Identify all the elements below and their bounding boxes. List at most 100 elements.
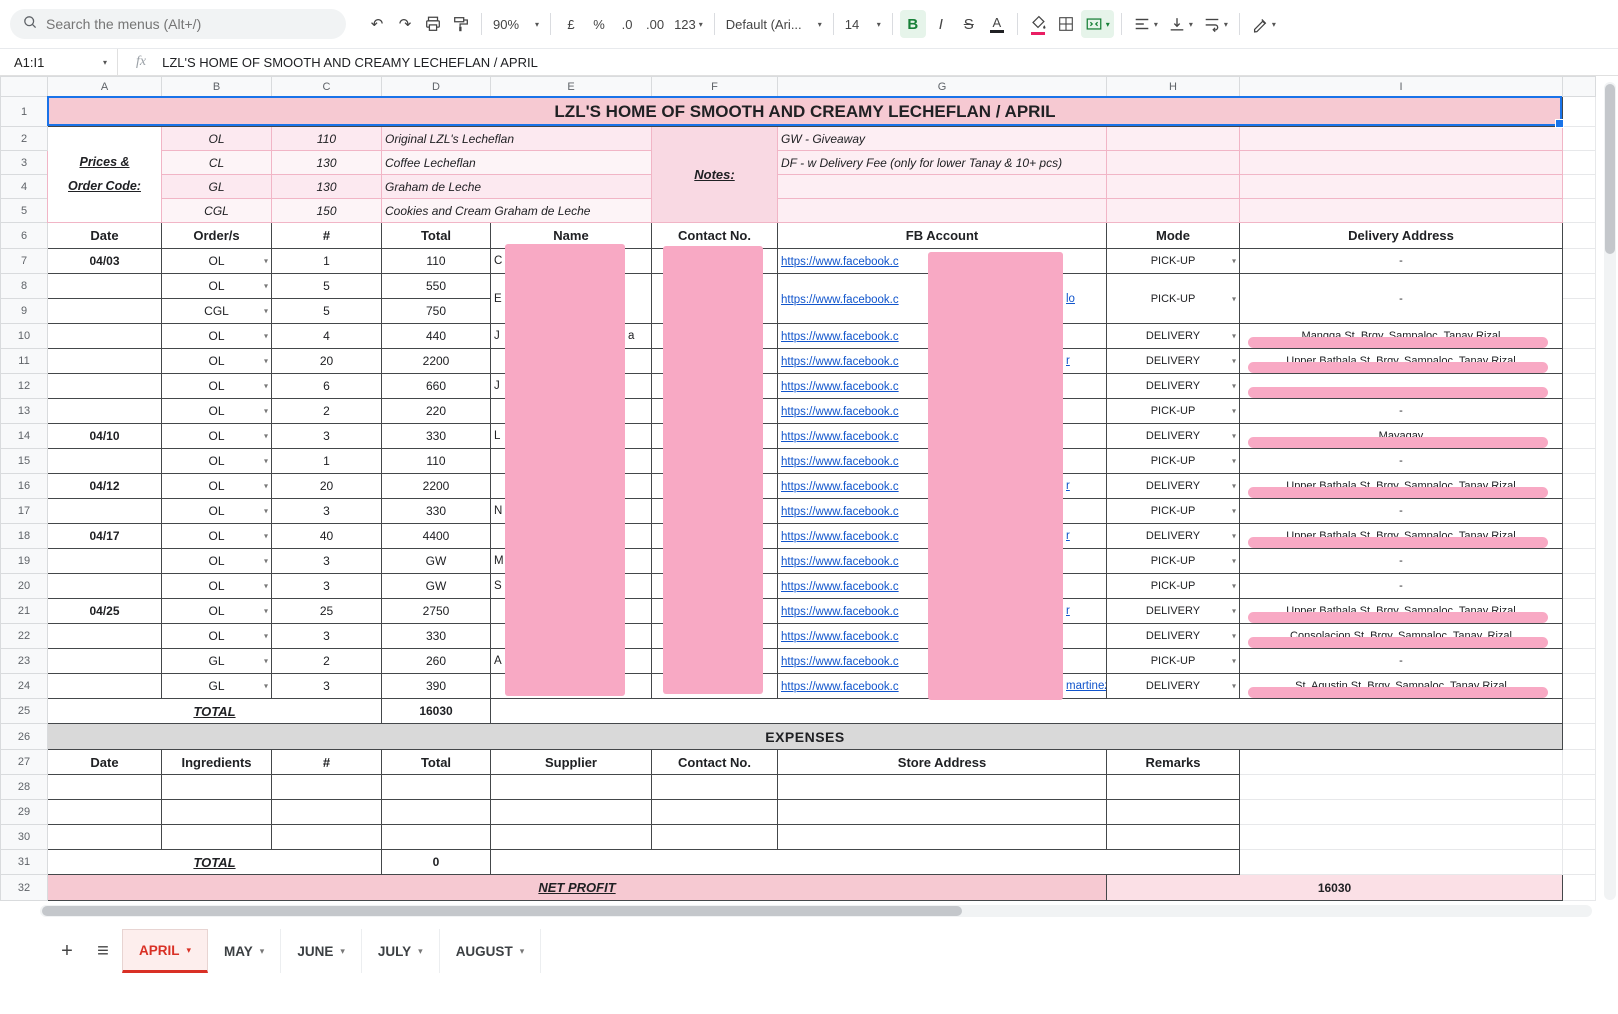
date-cell[interactable] bbox=[47, 648, 162, 674]
order-header-8[interactable]: Delivery Address bbox=[1239, 222, 1563, 249]
delivery-address-cell[interactable]: Consolacion St. Brgy. Sampaloc, Tanay, R… bbox=[1239, 623, 1563, 649]
fill-handle[interactable] bbox=[1555, 119, 1564, 128]
empty-cell[interactable] bbox=[1562, 348, 1596, 374]
price-name-cell[interactable]: Graham de Leche bbox=[381, 174, 652, 199]
empty-cell[interactable] bbox=[161, 824, 272, 850]
fb-account-link-suffix[interactable]: martinez. bbox=[1066, 680, 1106, 692]
empty-cell[interactable] bbox=[1562, 198, 1596, 223]
search-menus-box[interactable] bbox=[10, 9, 346, 39]
all-sheets-button[interactable]: ≡ bbox=[86, 934, 120, 968]
dropdown-arrow-icon[interactable]: ▾ bbox=[1232, 682, 1236, 691]
empty-cell[interactable] bbox=[1562, 723, 1596, 750]
empty-cell[interactable] bbox=[1562, 248, 1596, 274]
row-header-3[interactable]: 3 bbox=[0, 150, 48, 175]
chevron-down-icon[interactable]: ▾ bbox=[520, 946, 525, 957]
order-total-cell[interactable]: 390 bbox=[381, 673, 491, 699]
empty-cell[interactable] bbox=[161, 774, 272, 800]
order-total-cell[interactable]: 2750 bbox=[381, 598, 491, 624]
text-color-button[interactable]: A bbox=[984, 10, 1010, 38]
expense-header-4[interactable]: Supplier bbox=[490, 749, 652, 775]
delivery-address-cell[interactable] bbox=[1239, 373, 1563, 399]
empty-cell[interactable] bbox=[1106, 824, 1240, 850]
dropdown-arrow-icon[interactable]: ▾ bbox=[264, 607, 268, 616]
fb-account-link[interactable]: https://www.facebook.c bbox=[781, 556, 899, 568]
net-profit-value[interactable]: 16030 bbox=[1106, 874, 1563, 901]
date-cell[interactable]: 04/12 bbox=[47, 473, 162, 499]
orders-total-label[interactable]: TOTAL bbox=[47, 698, 382, 724]
date-cell[interactable] bbox=[47, 498, 162, 524]
delivery-address-cell[interactable]: Upper Bathala St. Brgy. Sampaloc, Tanay … bbox=[1239, 598, 1563, 624]
qty-cell[interactable]: 2 bbox=[271, 398, 382, 424]
order-total-cell[interactable]: 330 bbox=[381, 623, 491, 649]
row-header-2[interactable]: 2 bbox=[0, 126, 48, 151]
format-currency-button[interactable]: £ bbox=[558, 10, 584, 38]
delivery-address-cell[interactable]: - bbox=[1239, 548, 1563, 574]
column-header-I[interactable]: I bbox=[1239, 76, 1563, 97]
empty-cell[interactable] bbox=[1562, 849, 1596, 875]
qty-cell[interactable]: 40 bbox=[271, 523, 382, 549]
column-header-H[interactable]: H bbox=[1106, 76, 1240, 97]
fb-account-link[interactable]: https://www.facebook.c bbox=[781, 356, 899, 368]
delivery-address-cell[interactable]: Upper Bathala St. Brgy. Sampaloc, Tanay … bbox=[1239, 473, 1563, 499]
dropdown-arrow-icon[interactable]: ▾ bbox=[1232, 507, 1236, 516]
empty-cell[interactable] bbox=[1562, 673, 1596, 699]
delivery-address-cell[interactable]: - bbox=[1239, 398, 1563, 424]
date-cell[interactable] bbox=[47, 573, 162, 599]
order-header-7[interactable]: Mode bbox=[1106, 222, 1240, 249]
qty-cell[interactable]: 5 bbox=[271, 298, 382, 324]
dropdown-arrow-icon[interactable]: ▾ bbox=[1232, 332, 1236, 341]
merge-cells-button[interactable]: ▾ bbox=[1080, 10, 1114, 38]
fb-account-link[interactable]: https://www.facebook.c bbox=[781, 531, 899, 543]
row-header-27[interactable]: 27 bbox=[0, 749, 48, 775]
order-total-cell[interactable]: 330 bbox=[381, 423, 491, 449]
row-header-28[interactable]: 28 bbox=[0, 774, 48, 800]
empty-cell[interactable] bbox=[1562, 698, 1596, 724]
empty-cell[interactable] bbox=[651, 799, 778, 825]
empty-cell[interactable] bbox=[1562, 774, 1596, 800]
fb-account-link[interactable]: https://www.facebook.c bbox=[781, 256, 899, 268]
price-name-cell[interactable]: Coffee Lecheflan bbox=[381, 150, 652, 175]
order-cell[interactable]: OL ▾ bbox=[161, 248, 272, 274]
dropdown-arrow-icon[interactable]: ▾ bbox=[264, 357, 268, 366]
mode-dropdown-cell[interactable]: DELIVERY ▾ bbox=[1106, 423, 1240, 449]
empty-cell[interactable] bbox=[1562, 598, 1596, 624]
empty-cell[interactable] bbox=[47, 824, 162, 850]
empty-cell[interactable] bbox=[271, 824, 382, 850]
fb-account-link-suffix[interactable]: r bbox=[1066, 530, 1070, 542]
order-total-cell[interactable]: 110 bbox=[381, 448, 491, 474]
fb-account-link[interactable]: https://www.facebook.c bbox=[781, 631, 899, 643]
fb-account-link[interactable]: https://www.facebook.c bbox=[781, 406, 899, 418]
increase-decimal-button[interactable]: .00 bbox=[642, 10, 668, 38]
empty-cell[interactable] bbox=[1562, 874, 1596, 901]
column-header-E[interactable]: E bbox=[490, 76, 652, 97]
empty-cell[interactable] bbox=[381, 799, 491, 825]
price-value-cell[interactable]: 130 bbox=[271, 150, 382, 175]
empty-cell[interactable] bbox=[1562, 423, 1596, 449]
empty-cell[interactable] bbox=[1239, 824, 1563, 850]
mode-dropdown-cell[interactable]: DELIVERY ▾ bbox=[1106, 323, 1240, 349]
chevron-down-icon[interactable]: ▾ bbox=[187, 945, 192, 956]
fb-account-link[interactable]: https://www.facebook.c bbox=[781, 681, 899, 693]
date-cell[interactable] bbox=[47, 373, 162, 399]
sheet-title-cell[interactable]: LZL'S HOME OF SMOOTH AND CREAMY LECHEFLA… bbox=[47, 96, 1563, 127]
row-header-30[interactable]: 30 bbox=[0, 824, 48, 850]
empty-cell[interactable] bbox=[490, 824, 652, 850]
empty-cell[interactable] bbox=[1562, 398, 1596, 424]
zoom-select[interactable]: 90% ▾ bbox=[489, 10, 543, 38]
row-header-11[interactable]: 11 bbox=[0, 348, 48, 374]
date-cell[interactable] bbox=[47, 548, 162, 574]
empty-cell[interactable] bbox=[1562, 323, 1596, 349]
row-header-4[interactable]: 4 bbox=[0, 174, 48, 199]
date-cell[interactable]: 04/17 bbox=[47, 523, 162, 549]
price-code-cell[interactable]: GL bbox=[161, 174, 272, 199]
dropdown-arrow-icon[interactable]: ▾ bbox=[1232, 357, 1236, 366]
qty-cell[interactable]: 3 bbox=[271, 673, 382, 699]
empty-cell[interactable] bbox=[1562, 273, 1596, 299]
order-cell[interactable]: GL ▾ bbox=[161, 673, 272, 699]
row-header-29[interactable]: 29 bbox=[0, 799, 48, 825]
empty-cell[interactable] bbox=[1562, 222, 1596, 249]
horizontal-align-button[interactable]: ▾ bbox=[1129, 10, 1162, 38]
row-header-26[interactable]: 26 bbox=[0, 723, 48, 750]
empty-cell[interactable] bbox=[1562, 824, 1596, 850]
chevron-down-icon[interactable]: ▾ bbox=[340, 946, 345, 957]
